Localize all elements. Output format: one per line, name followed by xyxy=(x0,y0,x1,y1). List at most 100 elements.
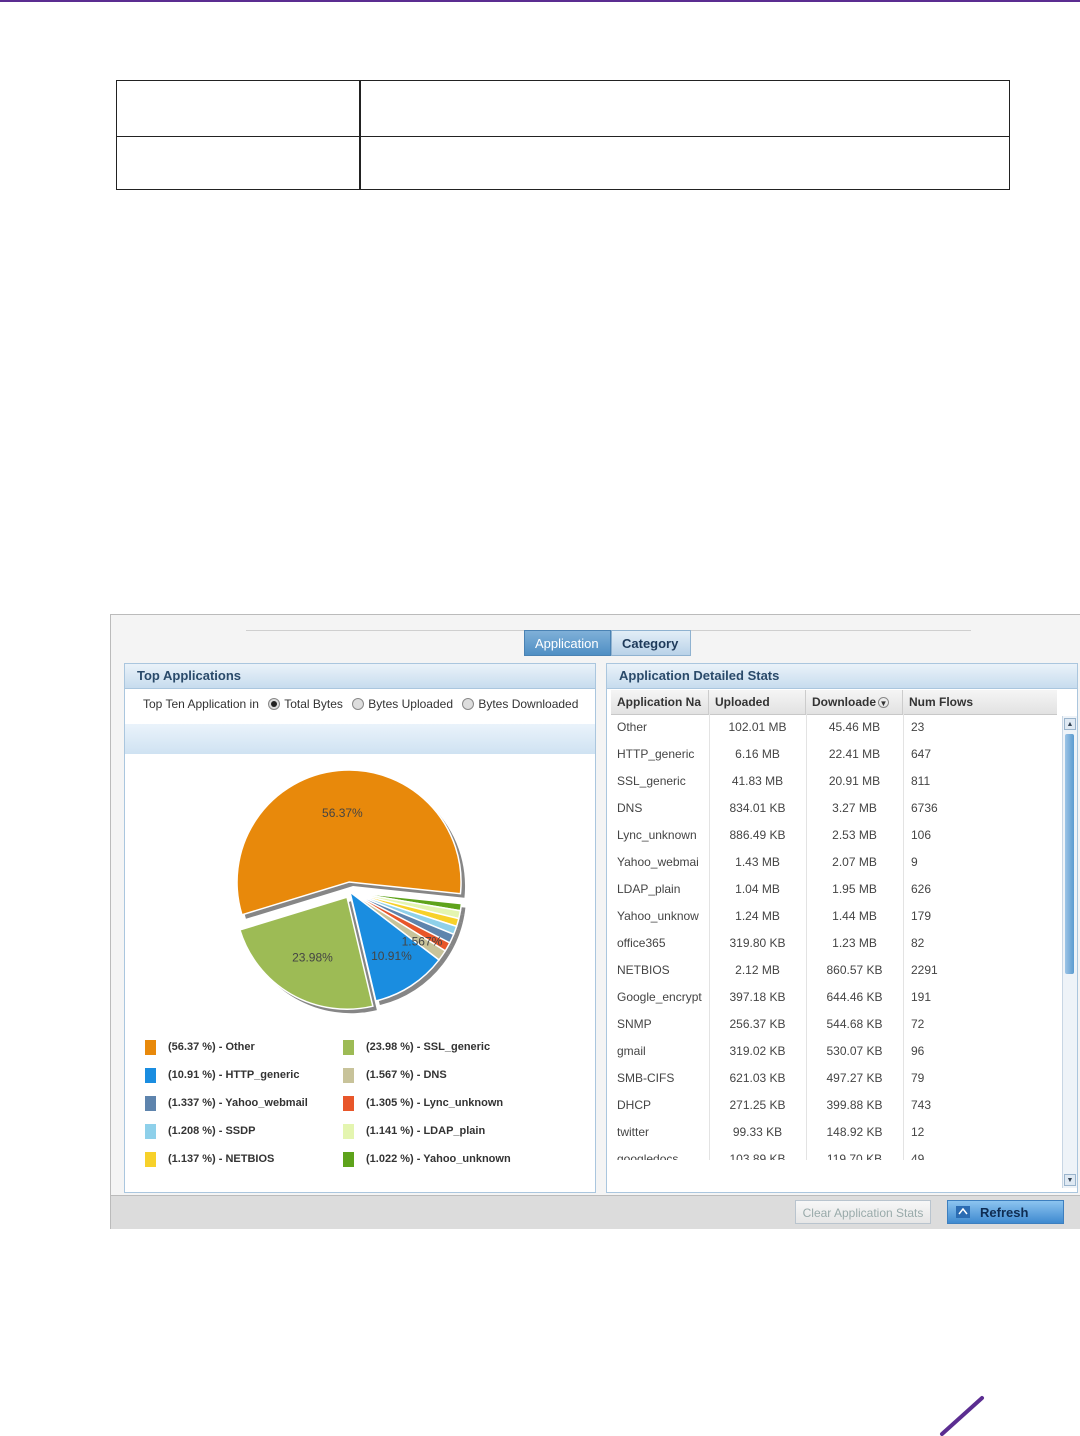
table-cell: 2.07 MB xyxy=(832,855,877,869)
table-row[interactable]: office365 319.80 KB 1.23 MB 82 xyxy=(611,930,1057,957)
total-bytes-radio[interactable] xyxy=(268,697,281,710)
table-row[interactable]: Google_encrypt 397.18 KB 644.46 KB 191 xyxy=(611,984,1057,1011)
table-cell: 41.83 MB xyxy=(731,774,784,788)
table-cell: 79 xyxy=(911,1071,925,1085)
table-row[interactable]: googledocs 103.89 KB 119.70 KB 49 xyxy=(611,1146,1057,1160)
tab-category[interactable]: Category xyxy=(611,630,691,656)
table-cell: 72 xyxy=(911,1017,925,1031)
legend-label: (1.305 %) - Lync_unknown xyxy=(366,1097,504,1109)
legend-item: (1.337 %) - Yahoo_webmail xyxy=(145,1095,308,1111)
table-cell: 106 xyxy=(911,828,932,842)
document-table xyxy=(116,80,1010,190)
bytes-downloaded-radio[interactable] xyxy=(462,697,475,710)
sort-descending-icon[interactable]: ▼ xyxy=(878,697,890,709)
table-cell: 6736 xyxy=(911,801,938,815)
table-cell: 621.03 KB xyxy=(729,1071,786,1085)
table-cell: 1.44 MB xyxy=(832,909,877,923)
legend-label: (1.337 %) - Yahoo_webmail xyxy=(168,1097,308,1109)
table-cell: 544.68 KB xyxy=(826,1017,883,1031)
table-cell: 179 xyxy=(911,909,932,923)
column-header-label: Application Na xyxy=(617,695,702,709)
table-row[interactable]: NETBIOS 2.12 MB 860.57 KB 2291 xyxy=(611,957,1057,984)
refresh-button-label: Refresh xyxy=(980,1205,1029,1220)
pie-slice-label: 56.37% xyxy=(322,806,363,820)
table-cell: 497.27 KB xyxy=(826,1071,883,1085)
legend-label: (10.91 %) - HTTP_generic xyxy=(168,1069,300,1081)
legend-swatch xyxy=(343,1123,354,1139)
table-row[interactable]: LDAP_plain 1.04 MB 1.95 MB 626 xyxy=(611,876,1057,903)
column-header-label: Downloade xyxy=(812,695,877,709)
table-cell: 191 xyxy=(911,990,932,1004)
table-row[interactable]: gmail 319.02 KB 530.07 KB 96 xyxy=(611,1038,1057,1065)
table-row[interactable]: Other 102.01 MB 45.46 MB 23 xyxy=(611,714,1057,741)
legend-item: (1.141 %) - LDAP_plain xyxy=(343,1123,485,1139)
scroll-up-arrow-icon[interactable]: ▲ xyxy=(1064,718,1076,730)
table-row[interactable]: SNMP 256.37 KB 544.68 KB 72 xyxy=(611,1011,1057,1038)
table-row[interactable]: DNS 834.01 KB 3.27 MB 6736 xyxy=(611,795,1057,822)
legend-item: (1.567 %) - DNS xyxy=(343,1067,447,1083)
table-row[interactable]: SSL_generic 41.83 MB 20.91 MB 811 xyxy=(611,768,1057,795)
table-cell: 1.43 MB xyxy=(735,855,780,869)
table-scrollbar[interactable]: ▲ ▼ xyxy=(1062,716,1077,1188)
legend-swatch xyxy=(145,1067,156,1083)
table-cell: 256.37 KB xyxy=(729,1017,786,1031)
action-bar: Clear Application Stats Refresh xyxy=(111,1195,1080,1229)
clear-application-stats-button[interactable]: Clear Application Stats xyxy=(795,1200,931,1224)
scroll-down-arrow-icon[interactable]: ▼ xyxy=(1064,1174,1076,1186)
table-cell: googledocs xyxy=(617,1152,679,1160)
refresh-button[interactable]: Refresh xyxy=(947,1200,1064,1224)
table-cell: 99.33 KB xyxy=(732,1125,783,1139)
legend-item: (1.305 %) - Lync_unknown xyxy=(343,1095,503,1111)
legend-item: (1.137 %) - NETBIOS xyxy=(145,1151,274,1167)
table-row[interactable]: Lync_unknown 886.49 KB 2.53 MB 106 xyxy=(611,822,1057,849)
table-cell: 319.02 KB xyxy=(729,1044,786,1058)
table-cell: Lync_unknown xyxy=(617,828,697,842)
table-cell: HTTP_generic xyxy=(617,747,695,761)
table-cell: 1.23 MB xyxy=(832,936,877,950)
table-cell: 397.18 KB xyxy=(729,990,786,1004)
column-header-uploaded[interactable]: Uploaded xyxy=(709,690,806,714)
column-header-downloaded[interactable]: Downloade ▼ xyxy=(806,690,903,714)
legend-item: (1.022 %) - Yahoo_unknown xyxy=(343,1151,511,1167)
table-row[interactable]: Yahoo_webmai 1.43 MB 2.07 MB 9 xyxy=(611,849,1057,876)
table-cell: 886.49 KB xyxy=(729,828,786,842)
table-cell: 12 xyxy=(911,1125,925,1139)
column-header-application-name[interactable]: Application Na xyxy=(611,690,709,714)
legend-swatch xyxy=(145,1123,156,1139)
table-cell: 45.46 MB xyxy=(828,720,881,734)
table-row[interactable]: DHCP 271.25 KB 399.88 KB 743 xyxy=(611,1092,1057,1119)
table-cell: twitter xyxy=(617,1125,650,1139)
table-cell: Google_encrypt xyxy=(617,990,702,1004)
table-row[interactable]: SMB-CIFS 621.03 KB 497.27 KB 79 xyxy=(611,1065,1057,1092)
table-row[interactable]: HTTP_generic 6.16 MB 22.41 MB 647 xyxy=(611,741,1057,768)
legend-swatch xyxy=(343,1095,354,1111)
table-cell: Yahoo_webmai xyxy=(617,855,699,869)
table-cell: 530.07 KB xyxy=(826,1044,883,1058)
legend-label: (1.208 %) - SSDP xyxy=(168,1125,256,1137)
tab-application[interactable]: Application xyxy=(524,630,611,656)
legend-swatch xyxy=(145,1095,156,1111)
detailed-stats-table: Application Na Uploaded Downloade ▼ Num F… xyxy=(611,690,1057,1160)
table-cell: 743 xyxy=(911,1098,932,1112)
legend-swatch xyxy=(343,1067,354,1083)
table-cell: 319.80 KB xyxy=(729,936,786,950)
table-cell: 49 xyxy=(911,1152,925,1160)
bytes-uploaded-radio[interactable] xyxy=(352,697,365,710)
legend-item: (1.208 %) - SSDP xyxy=(145,1123,255,1139)
top-ten-radio-group: Top Ten Application in Total Bytes Bytes… xyxy=(143,696,578,711)
document-table-row xyxy=(117,136,1009,191)
table-cell: 119.70 KB xyxy=(826,1152,883,1160)
table-cell: gmail xyxy=(617,1044,646,1058)
column-header-num-flows[interactable]: Num Flows xyxy=(903,690,1057,714)
table-cell: 644.46 KB xyxy=(826,990,883,1004)
table-header-row: Application Na Uploaded Downloade ▼ Num F… xyxy=(611,690,1057,715)
table-cell: 271.25 KB xyxy=(729,1098,786,1112)
scroll-thumb[interactable] xyxy=(1065,734,1074,974)
table-row[interactable]: Yahoo_unknow 1.24 MB 1.44 MB 179 xyxy=(611,903,1057,930)
bytes-uploaded-label: Bytes Uploaded xyxy=(368,696,453,711)
table-cell: 860.57 KB xyxy=(826,963,883,977)
top-applications-title: Top Applications xyxy=(125,664,595,689)
brand-slash-mark xyxy=(940,1396,984,1436)
table-row[interactable]: twitter 99.33 KB 148.92 KB 12 xyxy=(611,1119,1057,1146)
legend-swatch xyxy=(145,1151,156,1167)
